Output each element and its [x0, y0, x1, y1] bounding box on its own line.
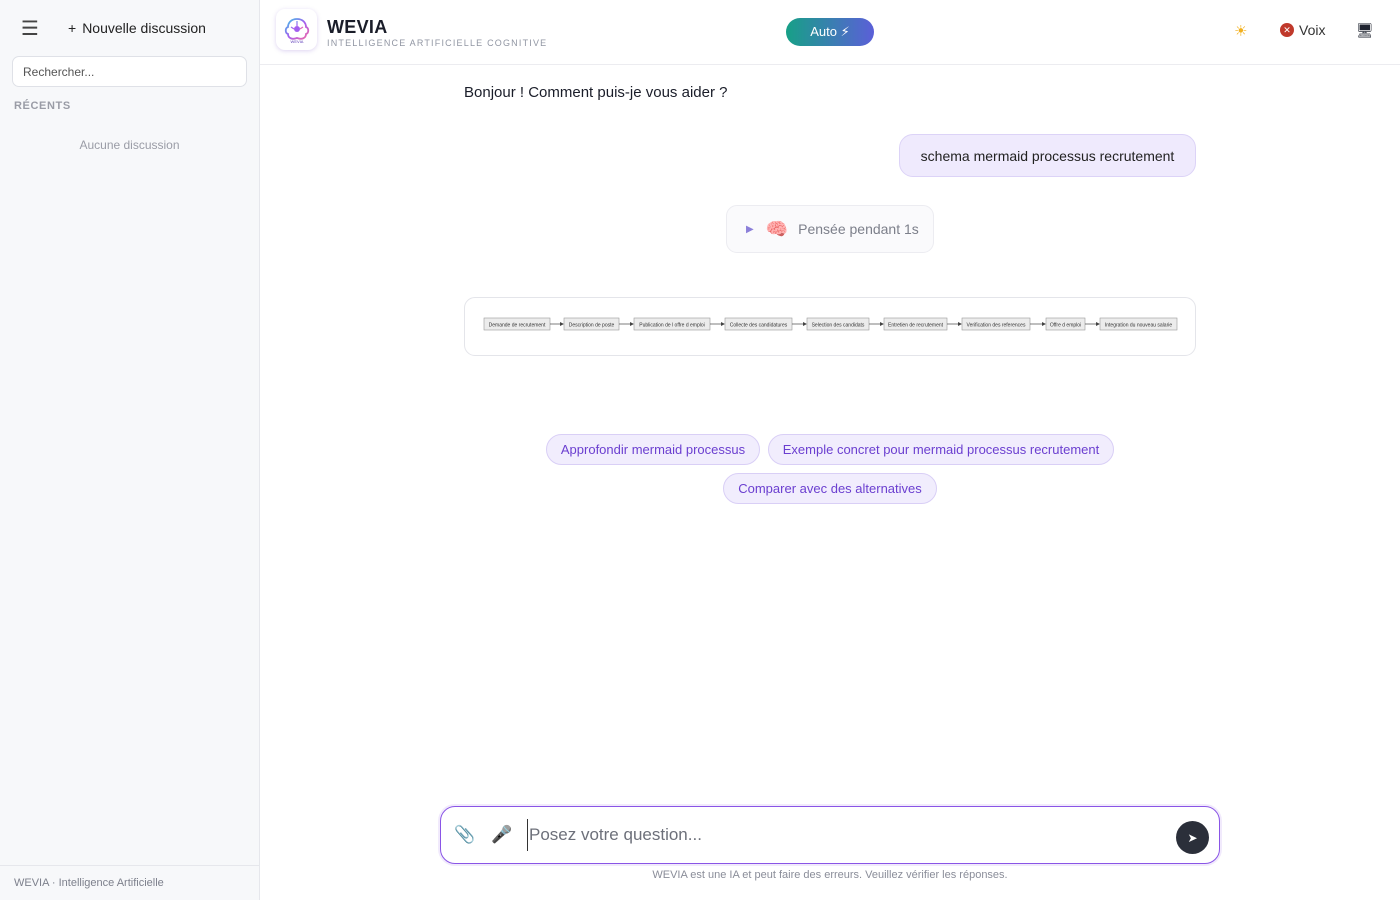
brand-logo: WEVIA — [276, 9, 317, 50]
flow-node-label: Entretien de recrutement — [888, 322, 944, 328]
thinking-toggle[interactable]: ▶ 🧠 Pensée pendant 1s — [726, 205, 934, 253]
suggestion-chip[interactable]: Exemple concret pour mermaid processus r… — [768, 434, 1114, 465]
assistant-greeting: Bonjour ! Comment puis-je vous aider ? — [464, 84, 728, 101]
voice-label: Voix — [1299, 22, 1326, 38]
new-discussion-label: Nouvelle discussion — [82, 20, 206, 36]
sidebar-top: ☰ + Nouvelle discussion — [12, 14, 247, 42]
plus-icon: + — [68, 20, 77, 36]
flow-arrowhead — [803, 322, 807, 326]
question-input[interactable] — [527, 819, 1157, 851]
flow-arrowhead — [1042, 322, 1046, 326]
paperclip-icon[interactable]: 📎 — [454, 825, 475, 845]
sun-icon[interactable]: ☀ — [1234, 22, 1247, 40]
disclaimer-text: WEVIA est une IA et peut faire des erreu… — [652, 869, 1008, 881]
speaker-muted-icon: ✕ — [1280, 23, 1294, 37]
hamburger-icon[interactable]: ☰ — [12, 14, 48, 42]
voice-toggle-button[interactable]: ✕ Voix — [1280, 22, 1325, 38]
top-header: WEVIA WEVIA INTELLIGENCE ARTIFICIELLE CO… — [260, 0, 1400, 65]
auto-mode-button[interactable]: Auto ⚡ — [786, 18, 874, 46]
flowchart-svg: Demande de recrutement Description de pos… — [483, 317, 1178, 331]
flow-node-label: Description de poste — [569, 322, 615, 328]
flow-arrowhead — [880, 322, 884, 326]
suggestion-chip[interactable]: Comparer avec des alternatives — [723, 473, 937, 504]
flow-node-label: Selection des candidats — [812, 322, 865, 328]
search-input[interactable] — [12, 56, 247, 87]
sidebar: ☰ + Nouvelle discussion RÉCENTS Aucune d… — [0, 0, 260, 900]
recents-heading: RÉCENTS — [14, 100, 71, 112]
app-subtitle: INTELLIGENCE ARTIFICIELLE COGNITIVE — [327, 38, 548, 48]
send-icon[interactable]: ➤ — [1176, 821, 1209, 854]
empty-history-text: Aucune discussion — [79, 138, 180, 152]
flow-arrowhead — [1096, 322, 1100, 326]
flow-node-label: Collecte des candidatures — [730, 322, 788, 328]
flow-arrowhead — [560, 322, 564, 326]
brain-logo-icon: WEVIA — [284, 17, 309, 44]
flow-node-label: Integration du nouveau salarie — [1105, 322, 1172, 328]
user-message-bubble: schema mermaid processus recrutement — [899, 134, 1196, 177]
logo-wordmark: WEVIA — [290, 39, 303, 44]
flow-arrowhead — [721, 322, 725, 326]
flow-arrowhead — [630, 322, 634, 326]
monitor-icon[interactable]: 🖥 — [1356, 22, 1374, 39]
flow-node-label: Demande de recrutement — [489, 322, 546, 328]
thinking-label: Pensée pendant 1s — [798, 221, 919, 237]
flow-arrowhead — [958, 322, 962, 326]
flow-node-label: Verification des references — [967, 322, 1026, 328]
sidebar-footer: WEVIA · Intelligence Artificielle — [0, 865, 259, 900]
flow-node-label: Offre d emploi — [1050, 322, 1081, 328]
app-title: WEVIA — [327, 17, 388, 37]
flow-node-label: Publication de l offre d emploi — [639, 322, 705, 328]
suggestion-chip[interactable]: Approfondir mermaid processus — [546, 434, 760, 465]
expand-triangle-icon: ▶ — [746, 223, 754, 235]
mermaid-diagram: Demande de recrutement Description de pos… — [464, 297, 1196, 356]
new-discussion-button[interactable]: + Nouvelle discussion — [68, 20, 206, 36]
brain-icon: 🧠 — [765, 218, 789, 239]
microphone-icon[interactable]: 🎤 — [491, 825, 512, 845]
message-composer: 📎 🎤 ➤ — [440, 806, 1220, 864]
